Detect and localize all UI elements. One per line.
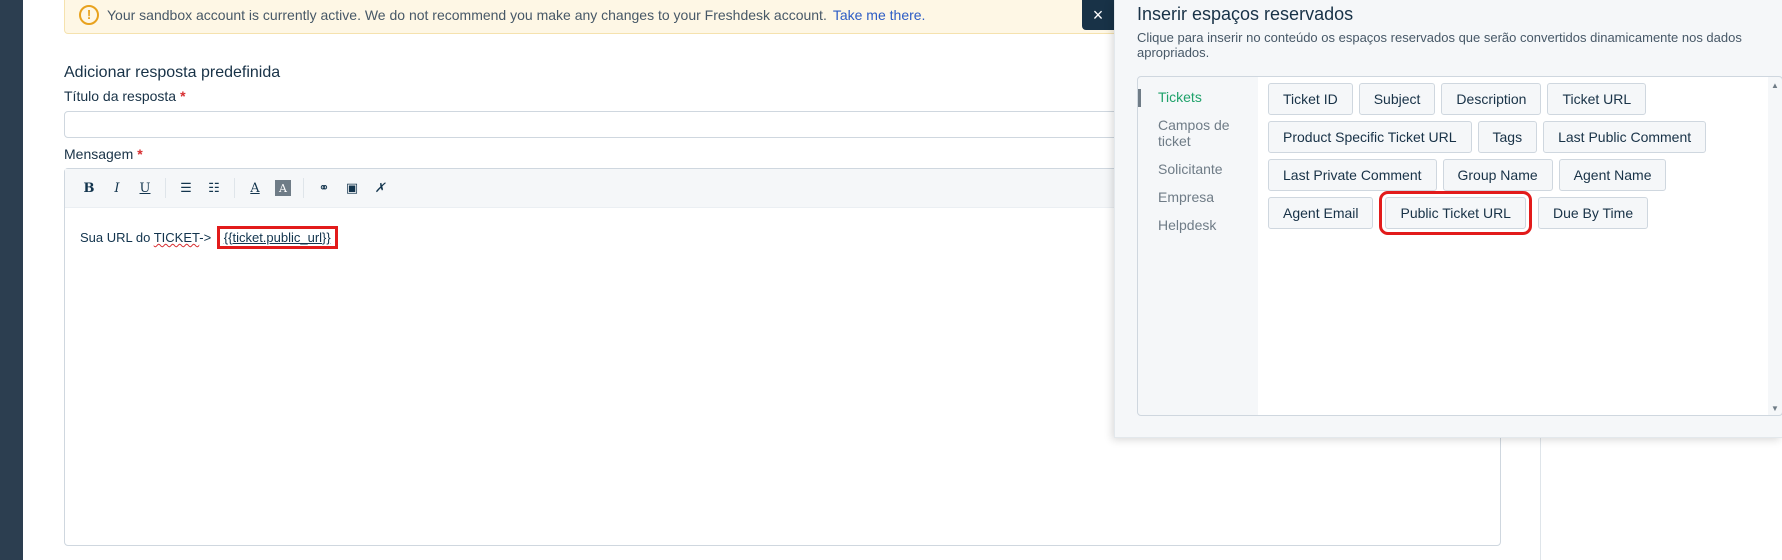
required-mark: * — [180, 88, 186, 104]
link-icon[interactable]: ⚭ — [310, 174, 338, 202]
token-due-by-time[interactable]: Due By Time — [1537, 197, 1649, 229]
bold-button[interactable]: B — [75, 174, 103, 202]
placeholder-panel: Tickets Campos de ticket Solicitante Emp… — [1137, 76, 1782, 416]
message-field-label: Mensagem * — [64, 146, 143, 162]
token-agent-name[interactable]: Agent Name — [1558, 159, 1667, 191]
underline-button[interactable]: U — [131, 174, 159, 202]
token-row: Ticket ID Subject Description Ticket URL — [1268, 83, 1768, 115]
token-ticket-id[interactable]: Ticket ID — [1268, 83, 1353, 115]
left-nav-bar — [0, 0, 23, 560]
message-label-text: Mensagem — [64, 146, 134, 162]
token-product-specific-ticket-url[interactable]: Product Specific Ticket URL — [1268, 121, 1472, 153]
category-list: Tickets Campos de ticket Solicitante Emp… — [1138, 77, 1258, 415]
category-requester[interactable]: Solicitante — [1138, 155, 1258, 183]
sandbox-banner: ! Your sandbox account is currently acti… — [64, 0, 1124, 34]
token-public-ticket-url[interactable]: Public Ticket URL — [1379, 191, 1532, 235]
inserted-placeholder: {{ticket.public_url}} — [216, 226, 338, 249]
clear-format-icon[interactable]: ✗ — [366, 174, 394, 202]
required-mark: * — [137, 146, 143, 162]
token-last-public-comment[interactable]: Last Public Comment — [1543, 121, 1707, 153]
divider-line — [1540, 420, 1541, 560]
toolbar-divider — [303, 178, 304, 198]
placeholder-popup: Inserir espaços reservados Clique para i… — [1114, 0, 1782, 438]
popup-title: Inserir espaços reservados — [1137, 4, 1354, 24]
category-ticket-fields[interactable]: Campos de ticket — [1138, 111, 1238, 155]
token-area: Ticket ID Subject Description Ticket URL… — [1258, 77, 1768, 415]
token-tags[interactable]: Tags — [1477, 121, 1538, 153]
popup-description: Clique para inserir no conteúdo os espaç… — [1137, 30, 1742, 60]
bg-color-icon[interactable]: A — [275, 180, 291, 196]
token-row: Product Specific Ticket URL Tags Last Pu… — [1268, 121, 1768, 153]
section-title: Adicionar resposta predefinida — [64, 64, 281, 81]
token-description[interactable]: Description — [1441, 83, 1542, 115]
bullet-list-icon[interactable]: ☰ — [172, 174, 200, 202]
editor-text-arrow: -> — [199, 230, 215, 245]
editor-text-word: TICKET — [153, 230, 200, 245]
title-label-text: Título da resposta — [64, 88, 177, 104]
close-button[interactable]: × — [1082, 0, 1114, 30]
token-row: Last Private Comment Group Name Agent Na… — [1268, 159, 1768, 191]
banner-text: Your sandbox account is currently active… — [107, 6, 827, 23]
scroll-up-icon[interactable]: ▲ — [1771, 81, 1779, 90]
title-field-label: Título da resposta * — [64, 88, 186, 104]
category-company[interactable]: Empresa — [1138, 183, 1258, 211]
panel-scrollbar[interactable]: ▲ ▼ — [1768, 77, 1782, 415]
token-agent-email[interactable]: Agent Email — [1268, 197, 1374, 229]
category-helpdesk[interactable]: Helpdesk — [1138, 211, 1258, 239]
token-last-private-comment[interactable]: Last Private Comment — [1268, 159, 1437, 191]
toolbar-divider — [165, 178, 166, 198]
banner-link[interactable]: Take me there. — [833, 7, 926, 23]
scroll-down-icon[interactable]: ▼ — [1771, 404, 1779, 413]
editor-text-prefix: Sua URL do — [80, 230, 154, 245]
token-row: Agent Email Public Ticket URL Due By Tim… — [1268, 191, 1768, 235]
token-ticket-url[interactable]: Ticket URL — [1547, 83, 1647, 115]
title-input[interactable] — [64, 111, 1164, 138]
toolbar-divider — [234, 178, 235, 198]
font-color-icon[interactable]: A — [241, 174, 269, 202]
italic-button[interactable]: I — [103, 174, 131, 202]
category-tickets[interactable]: Tickets — [1138, 83, 1258, 111]
warning-icon: ! — [79, 4, 99, 25]
numbered-list-icon[interactable]: ☷ — [200, 174, 228, 202]
image-icon[interactable]: ▣ — [338, 174, 366, 202]
token-group-name[interactable]: Group Name — [1442, 159, 1553, 191]
token-subject[interactable]: Subject — [1358, 83, 1436, 115]
